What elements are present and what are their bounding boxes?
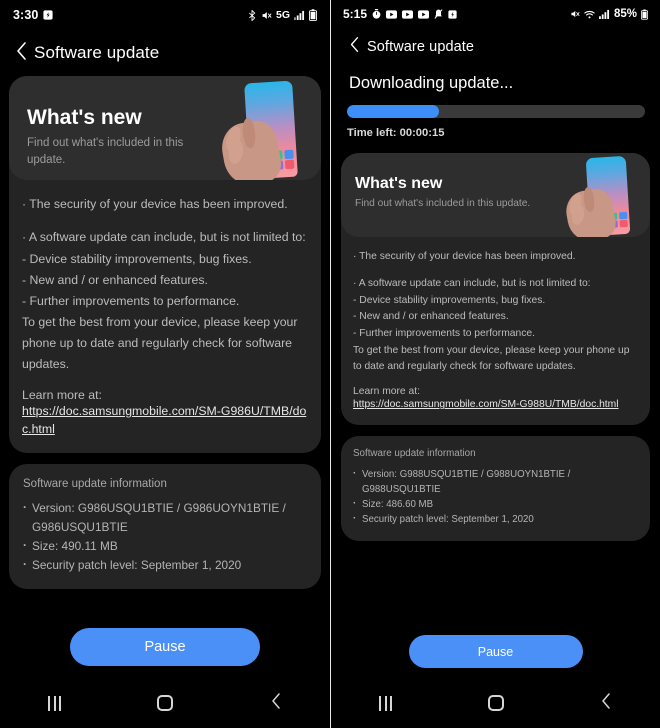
info-item-size: Size: 490.11 MB <box>23 536 307 556</box>
left-content: What's new Find out what's included in t… <box>0 76 330 590</box>
learn-more-label: Learn more at: <box>353 386 420 398</box>
body-bullet-1: - Device stability improvements, bug fix… <box>22 251 252 266</box>
network-5g-label: 5G <box>276 9 290 21</box>
hand-holding-phone-illustration <box>562 154 642 237</box>
left-app-bar: Software update <box>0 30 330 76</box>
status-clock: 5:15 <box>343 7 368 21</box>
back-chevron-icon[interactable] <box>600 692 612 715</box>
info-heading: Software update information <box>353 447 476 459</box>
back-button[interactable] <box>8 41 34 66</box>
bluetooth-icon <box>247 9 257 21</box>
wifi-icon <box>584 10 595 19</box>
recents-icon[interactable] <box>48 695 62 711</box>
whats-new-card: What's new Find out what's included in t… <box>341 153 650 425</box>
banner-subtitle: Find out what's included in this update. <box>27 137 184 166</box>
info-item-patch: Security patch level: September 1, 2020 <box>23 555 307 575</box>
mute-icon <box>570 9 580 19</box>
right-nav-bar <box>331 678 660 728</box>
screenshot-stage: 3:30 5G Software update What's new Find … <box>0 0 660 728</box>
left-nav-bar <box>0 678 330 728</box>
mute-icon <box>261 10 272 21</box>
mute-bell-icon <box>434 9 443 19</box>
right-pause-area: Pause <box>331 635 660 668</box>
downloading-status-title: Downloading update... <box>349 74 514 92</box>
left-pause-area: Pause <box>0 628 330 666</box>
body-closing: To get the best from your device, please… <box>22 315 298 372</box>
battery-percent-label: 85% <box>613 8 637 20</box>
chevron-left-icon <box>15 41 28 66</box>
recents-icon[interactable] <box>379 695 392 711</box>
body-bullet-2: - New and / or enhanced features. <box>22 272 208 287</box>
screenshot-icon <box>448 9 457 19</box>
body-bullet-2: - New and / or enhanced features. <box>353 311 509 323</box>
software-update-information-card: Software update information Version: G98… <box>9 463 321 590</box>
home-icon[interactable] <box>488 695 504 711</box>
learn-more-link[interactable]: https://doc.samsungmobile.com/SM-G988U/T… <box>341 397 650 412</box>
right-phone-screen: 5:15 85% Software update Downloading upd… <box>330 0 660 728</box>
download-progress-fill <box>347 105 440 118</box>
left-phone-screen: 3:30 5G Software update What's new Find … <box>0 0 330 728</box>
left-status-bar: 3:30 5G <box>0 0 330 30</box>
signal-bars-icon <box>294 10 305 20</box>
whats-new-body: · The security of your device has been i… <box>341 237 650 386</box>
timer-icon <box>372 9 381 19</box>
learn-more-link[interactable]: https://doc.samsungmobile.com/SM-G986U/T… <box>9 402 321 439</box>
info-list: Version: G986USQU1BTIE / G986UOYN1BTIE /… <box>23 498 307 575</box>
body-closing: To get the best from your device, please… <box>353 344 630 373</box>
whats-new-banner[interactable]: What's new Find out what's included in t… <box>9 76 321 180</box>
video-icon <box>402 9 414 19</box>
time-left-label: Time left: 00:00:15 <box>347 127 445 139</box>
network-type-text: 5G <box>275 9 290 21</box>
download-progress-row <box>341 93 650 118</box>
hand-holding-phone-illustration <box>217 78 313 180</box>
signal-bars-icon <box>599 9 610 19</box>
body-line-1: · The security of your device has been i… <box>353 251 576 262</box>
info-item-patch: Security patch level: September 1, 2020 <box>353 511 638 527</box>
back-chevron-icon[interactable] <box>270 692 282 715</box>
video-icon <box>386 9 398 19</box>
learn-more-label: Learn more at: <box>22 387 102 402</box>
body-line-2: · A software update can include, but is … <box>353 277 591 289</box>
info-list: Version: G988USQU1BTIE / G988UOYN1BTIE /… <box>353 466 638 527</box>
body-bullet-3: - Further improvements to performance. <box>22 293 240 308</box>
video-icon <box>418 9 430 19</box>
info-heading: Software update information <box>23 477 167 490</box>
status-clock: 3:30 <box>13 8 39 22</box>
software-update-information-card: Software update information Version: G98… <box>341 435 650 541</box>
right-content: Downloading update... Time left: 00:00:1… <box>331 66 660 541</box>
body-line-1: · The security of your device has been i… <box>22 197 288 211</box>
back-button[interactable] <box>341 36 367 58</box>
pause-button[interactable]: Pause <box>70 628 260 666</box>
whats-new-body: · The security of your device has been i… <box>9 180 321 388</box>
whats-new-banner[interactable]: What's new Find out what's included in t… <box>341 153 650 237</box>
page-title: Software update <box>367 39 475 55</box>
chevron-left-icon <box>349 36 360 58</box>
battery-icon <box>309 9 317 21</box>
body-line-2: · A software update can include, but is … <box>22 230 306 245</box>
battery-icon <box>641 8 648 20</box>
right-app-bar: Software update <box>331 28 660 66</box>
whats-new-card: What's new Find out what's included in t… <box>9 76 321 453</box>
download-progress-bar <box>347 105 645 118</box>
body-bullet-3: - Further improvements to performance. <box>353 327 535 339</box>
info-item-version: Version: G986USQU1BTIE / G986UOYN1BTIE /… <box>23 498 307 537</box>
right-status-bar: 5:15 85% <box>331 0 660 28</box>
screenshot-icon <box>43 10 54 20</box>
page-title: Software update <box>34 43 160 62</box>
body-bullet-1: - Device stability improvements, bug fix… <box>353 294 546 306</box>
pause-button[interactable]: Pause <box>408 635 583 668</box>
home-icon[interactable] <box>157 695 174 711</box>
info-item-version: Version: G988USQU1BTIE / G988UOYN1BTIE /… <box>353 466 638 497</box>
info-item-size: Size: 486.60 MB <box>353 496 638 512</box>
